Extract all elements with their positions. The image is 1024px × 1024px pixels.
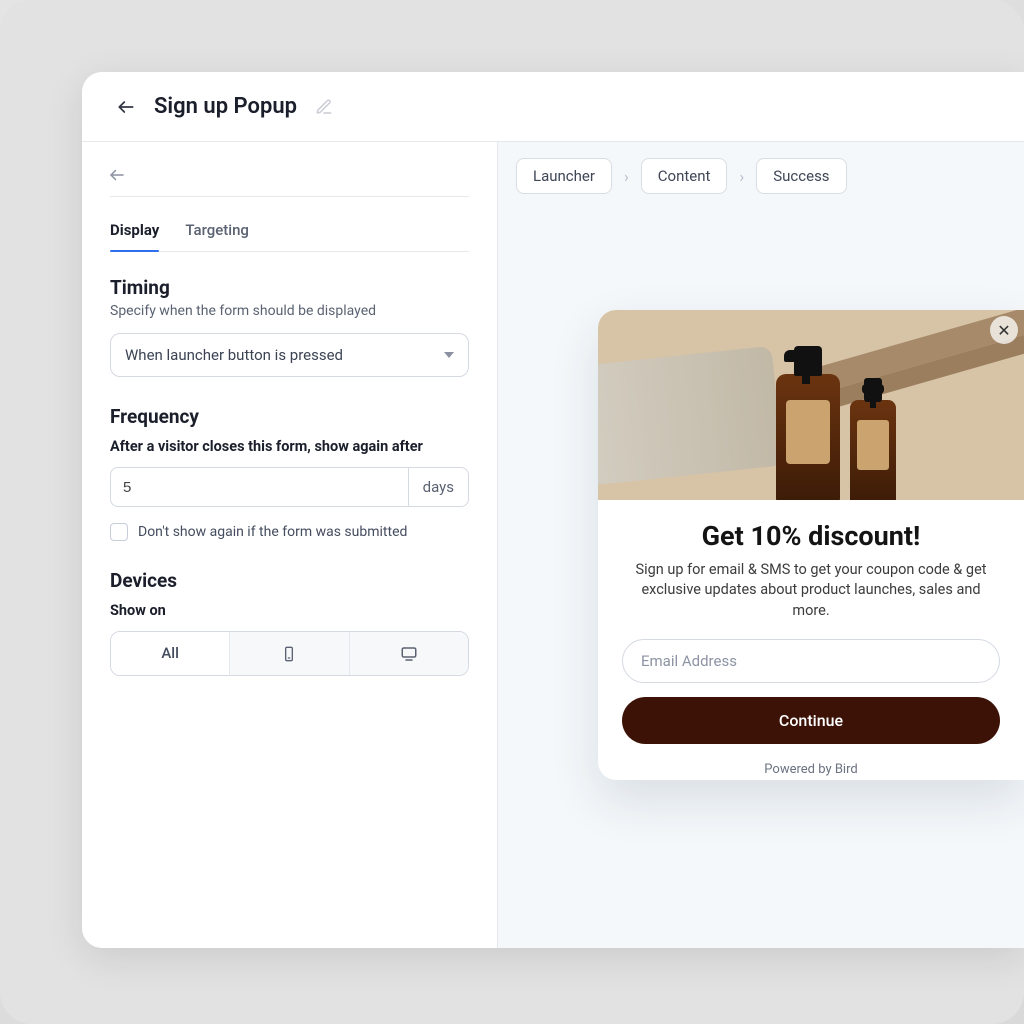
tab-display[interactable]: Display <box>110 215 159 251</box>
chevron-right-icon: › <box>624 167 629 186</box>
timing-select[interactable]: When launcher button is pressed <box>110 333 469 377</box>
close-icon[interactable]: ✕ <box>990 316 1018 344</box>
timing-title: Timing <box>110 276 469 299</box>
devices-option-mobile[interactable] <box>229 632 348 675</box>
back-arrow-icon[interactable] <box>116 97 136 117</box>
mobile-icon <box>281 644 297 662</box>
tab-targeting[interactable]: Targeting <box>185 215 249 251</box>
settings-sidebar: Display Targeting Timing Specify when th… <box>82 142 498 948</box>
email-field[interactable]: Email Address <box>622 639 1000 683</box>
timing-select-value: When launcher button is pressed <box>125 346 343 364</box>
step-launcher[interactable]: Launcher <box>516 158 612 194</box>
dont-show-again-checkbox[interactable] <box>110 523 128 541</box>
continue-button[interactable]: Continue <box>622 697 1000 744</box>
popup-title: Get 10% discount! <box>622 520 1000 552</box>
frequency-unit: days <box>408 467 469 507</box>
popup-hero-image: ✕ <box>598 310 1024 500</box>
step-content[interactable]: Content <box>641 158 728 194</box>
page-title: Sign up Popup <box>154 94 297 119</box>
powered-by: Powered by Bird <box>622 762 1000 777</box>
step-success[interactable]: Success <box>756 158 846 194</box>
sidebar-tabs: Display Targeting <box>110 215 469 252</box>
chevron-right-icon: › <box>739 167 744 186</box>
editor-window: Sign up Popup Display Targeting Timing S… <box>82 72 1024 948</box>
chevron-down-icon <box>444 352 454 358</box>
divider <box>110 196 469 197</box>
frequency-subtitle: After a visitor closes this form, show a… <box>110 438 469 455</box>
preview-pane: Launcher › Content › Success ✕ Get 10% d… <box>498 142 1024 948</box>
dont-show-again-label: Don't show again if the form was submitt… <box>138 524 407 540</box>
devices-title: Devices <box>110 569 469 592</box>
timing-subtitle: Specify when the form should be displaye… <box>110 303 469 319</box>
popup-preview: ✕ Get 10% discount! Sign up for email & … <box>598 310 1024 780</box>
popup-description: Sign up for email & SMS to get your coup… <box>622 560 1000 621</box>
devices-option-desktop[interactable] <box>349 632 468 675</box>
edit-title-icon[interactable] <box>315 98 333 116</box>
preview-steps: Launcher › Content › Success <box>516 158 847 194</box>
frequency-title: Frequency <box>110 405 469 428</box>
devices-segmented: All <box>110 631 469 676</box>
frequency-value-input[interactable] <box>110 467 408 507</box>
titlebar: Sign up Popup <box>82 72 1024 142</box>
sidebar-back-icon[interactable] <box>108 166 469 184</box>
devices-option-all[interactable]: All <box>111 632 229 675</box>
devices-subtitle: Show on <box>110 602 469 619</box>
desktop-icon <box>400 644 418 662</box>
